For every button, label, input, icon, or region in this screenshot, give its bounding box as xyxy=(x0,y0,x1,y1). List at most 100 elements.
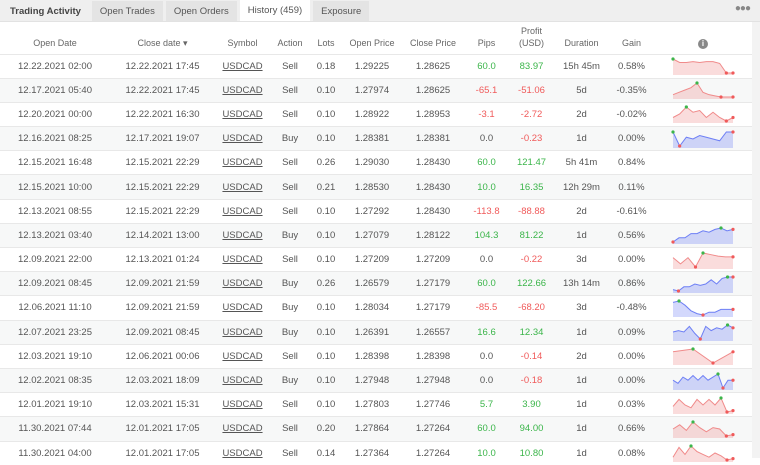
cell-open-date: 12.20.2021 00:00 xyxy=(0,101,110,127)
table-row[interactable]: 12.09.2021 22:00 12.13.2021 01:24 USDCAD Se… xyxy=(0,246,752,272)
header-duration[interactable]: Duration xyxy=(554,22,609,54)
tab-open-orders[interactable]: Open Orders xyxy=(165,1,237,21)
cell-sparkline xyxy=(654,295,752,321)
tab-exposure[interactable]: Exposure xyxy=(313,1,370,21)
cell-pips: 0.0 xyxy=(464,343,509,369)
cell-symbol: USDCAD xyxy=(215,246,270,272)
scrollbar[interactable] xyxy=(752,22,760,458)
sparkline-area xyxy=(673,107,733,124)
cell-close-price: 1.28430 xyxy=(402,150,464,175)
cell-profit: -2.72 xyxy=(509,101,554,127)
trade-sparkline xyxy=(671,57,735,76)
header-close-price[interactable]: Close Price xyxy=(402,22,464,54)
tab-history[interactable]: History (459) xyxy=(239,0,311,21)
cell-gain: 0.00% xyxy=(609,367,654,393)
symbol-link[interactable]: USDCAD xyxy=(222,278,262,289)
symbol-link[interactable]: USDCAD xyxy=(222,351,262,362)
header-profit[interactable]: Profit (USD) xyxy=(509,22,554,54)
table-row[interactable]: 12.13.2021 03:40 12.14.2021 13:00 USDCAD Bu… xyxy=(0,222,752,248)
cell-pips: -85.5 xyxy=(464,295,509,321)
symbol-link[interactable]: USDCAD xyxy=(222,327,262,338)
sparkline-end-dot xyxy=(731,228,735,232)
cell-duration: 3d xyxy=(554,246,609,272)
trade-sparkline xyxy=(672,299,735,317)
header-action[interactable]: Action xyxy=(270,22,310,54)
cell-symbol: USDCAD xyxy=(215,198,270,224)
cell-close-price: 1.28430 xyxy=(402,174,464,200)
table-row[interactable]: 12.17.2021 05:40 12.22.2021 17:45 USDCAD Se… xyxy=(0,77,752,103)
header-open-price[interactable]: Open Price xyxy=(342,22,402,54)
cell-gain: 0.03% xyxy=(609,392,654,417)
cell-open-price: 1.27864 xyxy=(342,416,402,441)
cell-open-price: 1.27364 xyxy=(342,440,402,465)
cell-profit: 81.22 xyxy=(509,222,554,248)
sparkline-max-dot xyxy=(701,250,705,255)
more-dots-icon[interactable]: ●●● xyxy=(735,3,751,14)
cell-pips: 60.0 xyxy=(464,271,509,296)
table-row[interactable]: 12.16.2021 08:25 12.17.2021 19:07 USDCAD Bu… xyxy=(0,126,752,151)
symbol-link[interactable]: USDCAD xyxy=(222,109,262,120)
header-open-date[interactable]: Open Date xyxy=(0,22,110,54)
table-row[interactable]: 12.15.2021 10:00 12.15.2021 22:29 USDCAD Se… xyxy=(0,174,752,200)
symbol-link[interactable]: USDCAD xyxy=(222,399,262,410)
trade-sparkline xyxy=(672,396,735,414)
cell-symbol: USDCAD xyxy=(215,271,270,296)
cell-open-price: 1.29030 xyxy=(342,150,402,175)
symbol-link[interactable]: USDCAD xyxy=(222,61,262,72)
cell-open-date: 12.13.2021 08:55 xyxy=(0,198,110,224)
tab-open-trades[interactable]: Open Trades xyxy=(91,1,163,21)
symbol-link[interactable]: USDCAD xyxy=(222,375,262,386)
cell-duration: 1d xyxy=(554,126,609,151)
cell-symbol: USDCAD xyxy=(215,101,270,127)
header-close-date[interactable]: Close date ▾ xyxy=(110,22,215,54)
cell-symbol: USDCAD xyxy=(215,222,270,248)
sparkline-end-dot xyxy=(731,71,735,75)
cell-gain: -0.48% xyxy=(609,295,654,321)
symbol-link[interactable]: USDCAD xyxy=(222,423,262,434)
symbol-link[interactable]: USDCAD xyxy=(222,85,262,96)
symbol-link[interactable]: USDCAD xyxy=(222,133,262,144)
table-row[interactable]: 11.30.2021 04:00 12.01.2021 17:05 USDCAD Se… xyxy=(0,440,752,465)
symbol-link[interactable]: USDCAD xyxy=(222,448,262,459)
table-row[interactable]: 12.06.2021 11:10 12.09.2021 21:59 USDCAD Bu… xyxy=(0,295,752,321)
cell-open-date: 12.09.2021 08:45 xyxy=(0,271,110,296)
cell-action: Buy xyxy=(270,126,310,151)
table-row[interactable]: 12.13.2021 08:55 12.15.2021 22:29 USDCAD Se… xyxy=(0,198,752,224)
trade-sparkline xyxy=(672,275,735,293)
tab-trading-activity[interactable]: Trading Activity xyxy=(2,1,89,21)
cell-duration: 1d xyxy=(554,416,609,441)
header-gain[interactable]: Gain xyxy=(609,22,654,54)
symbol-link[interactable]: USDCAD xyxy=(222,157,262,168)
table-row[interactable]: 12.20.2021 00:00 12.22.2021 16:30 USDCAD Se… xyxy=(0,101,752,127)
sparkline-max-dot xyxy=(677,299,681,303)
table-row[interactable]: 12.03.2021 19:10 12.06.2021 00:06 USDCAD Se… xyxy=(0,343,752,369)
cell-lots: 0.21 xyxy=(310,174,342,200)
symbol-link[interactable]: USDCAD xyxy=(222,230,262,241)
table-row[interactable]: 12.09.2021 08:45 12.09.2021 21:59 USDCAD Bu… xyxy=(0,271,752,296)
cell-open-date: 11.30.2021 04:00 xyxy=(0,440,110,465)
table-row[interactable]: 12.01.2021 19:10 12.03.2021 15:31 USDCAD Se… xyxy=(0,392,752,417)
table-row[interactable]: 12.22.2021 02:00 12.22.2021 17:45 USDCAD Se… xyxy=(0,53,752,79)
header-profit-unit: (USD) xyxy=(519,37,544,48)
table-row[interactable]: 12.15.2021 16:48 12.15.2021 22:29 USDCAD Se… xyxy=(0,150,752,175)
symbol-link[interactable]: USDCAD xyxy=(222,182,262,193)
table-row[interactable]: 12.07.2021 23:25 12.09.2021 08:45 USDCAD Bu… xyxy=(0,319,752,345)
symbol-link[interactable]: USDCAD xyxy=(222,206,262,217)
cell-gain: 0.58% xyxy=(609,53,654,79)
symbol-link[interactable]: USDCAD xyxy=(222,254,262,265)
sparkline-min-dot xyxy=(724,119,728,124)
cell-open-date: 12.22.2021 02:00 xyxy=(0,53,110,79)
cell-symbol: USDCAD xyxy=(215,150,270,175)
header-lots[interactable]: Lots xyxy=(310,22,342,54)
table-row[interactable]: 11.30.2021 07:44 12.01.2021 17:05 USDCAD Se… xyxy=(0,416,752,441)
info-icon[interactable]: i xyxy=(698,38,708,49)
cell-close-date: 12.22.2021 17:45 xyxy=(110,77,215,103)
cell-lots: 0.10 xyxy=(310,198,342,224)
cell-sparkline xyxy=(654,319,752,345)
cell-sparkline xyxy=(654,101,752,127)
symbol-link[interactable]: USDCAD xyxy=(222,302,262,313)
header-pips[interactable]: Pips xyxy=(464,22,509,54)
header-symbol[interactable]: Symbol xyxy=(215,22,270,54)
cell-pips: 10.0 xyxy=(464,174,509,200)
table-row[interactable]: 12.02.2021 08:35 12.03.2021 18:09 USDCAD Bu… xyxy=(0,367,752,393)
